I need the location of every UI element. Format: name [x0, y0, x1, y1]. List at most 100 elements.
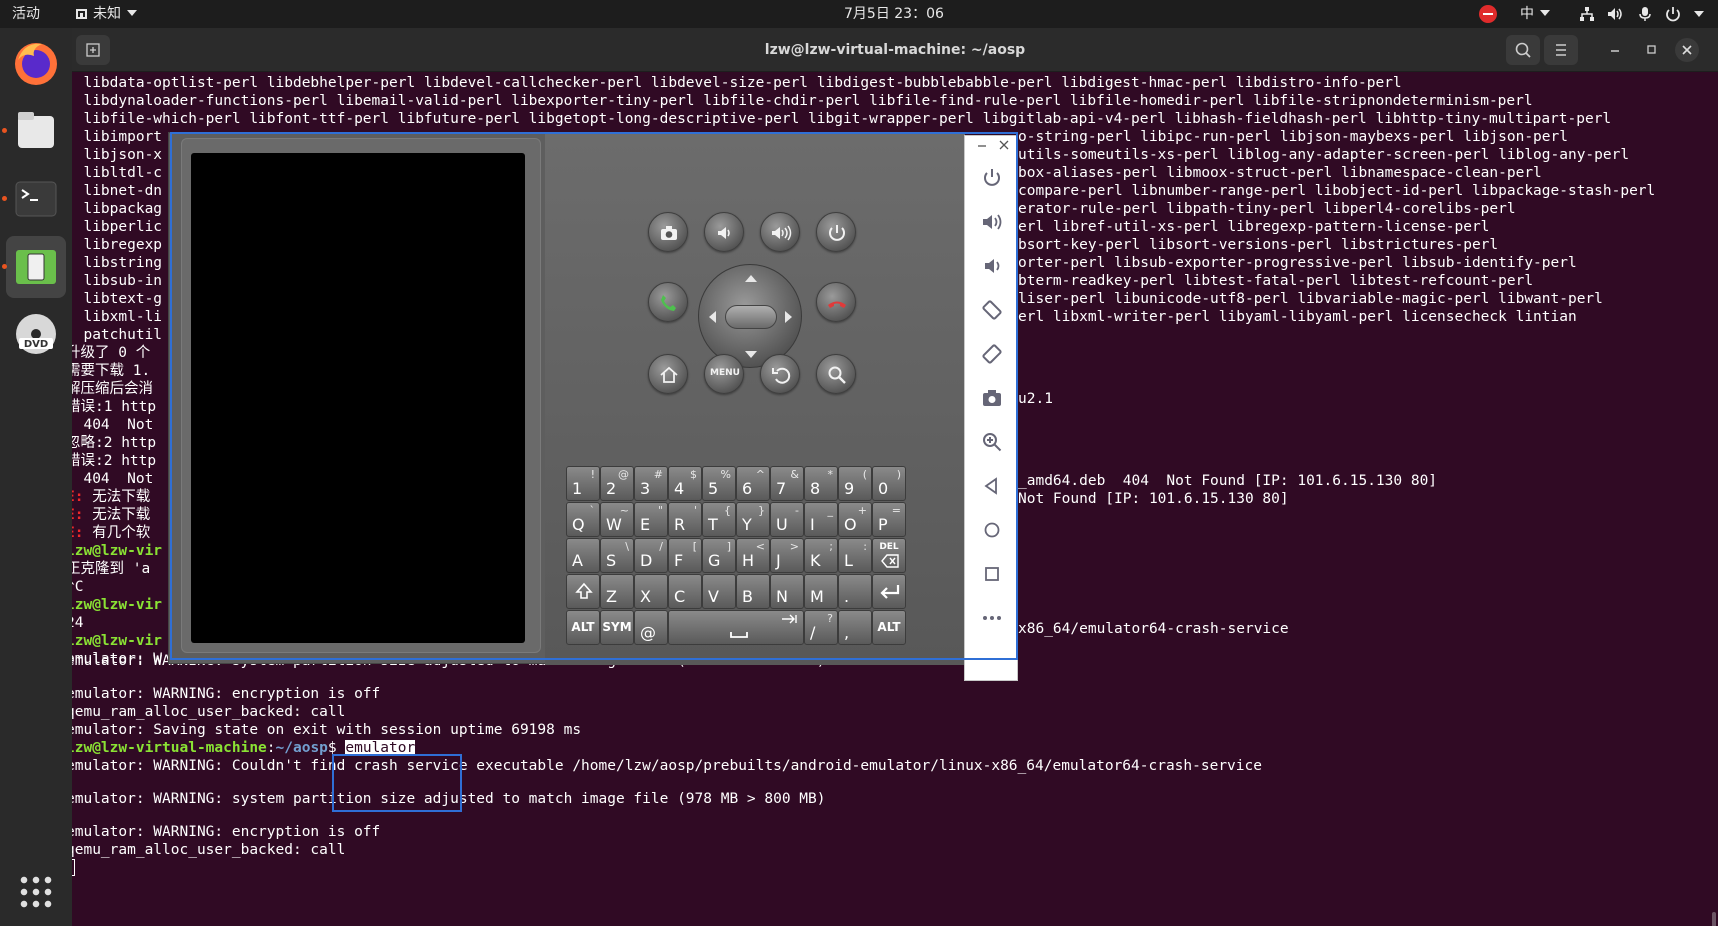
key-f[interactable]: F[ [668, 538, 702, 573]
key-y[interactable]: Y} [736, 502, 770, 537]
microphone-icon[interactable] [1636, 5, 1654, 23]
network-icon[interactable] [1578, 5, 1596, 23]
camera-button[interactable] [648, 212, 688, 252]
end-call-button[interactable] [816, 282, 856, 322]
key-k[interactable]: K; [804, 538, 838, 573]
key-n[interactable]: N [770, 574, 804, 609]
screenshot-tool[interactable] [980, 386, 1004, 410]
key-6[interactable]: 6 ^ [736, 466, 770, 501]
search-button[interactable] [1506, 35, 1540, 65]
key-z[interactable]: Z [600, 574, 634, 609]
key-a[interactable]: A [566, 538, 600, 573]
key-l[interactable]: L: [838, 538, 872, 573]
app-menu[interactable]: 未知 [76, 0, 137, 28]
key-q[interactable]: Q ` [566, 502, 600, 537]
home-tool[interactable] [980, 518, 1004, 542]
key-v[interactable]: V [702, 574, 736, 609]
dpad-down-icon[interactable] [745, 351, 757, 358]
chevron-down-icon[interactable] [1694, 11, 1704, 17]
key-9[interactable]: 9( [838, 466, 872, 501]
key-7[interactable]: 7 & [770, 466, 804, 501]
more-tool[interactable] [980, 606, 1004, 630]
rotate-right-tool[interactable] [980, 342, 1004, 366]
dpad[interactable] [698, 264, 802, 368]
key-p[interactable]: P = [872, 502, 906, 537]
key-o[interactable]: O + [838, 502, 872, 537]
key-0[interactable]: 0) [872, 466, 906, 501]
volume-up-tool[interactable] [980, 210, 1004, 234]
close-icon[interactable] [998, 140, 1010, 150]
key-b[interactable]: B [736, 574, 770, 609]
key-enter[interactable] [872, 574, 906, 609]
input-method-menu[interactable]: 中 [1520, 0, 1550, 28]
key-comma[interactable]: , [838, 610, 872, 645]
key-w[interactable]: W ~ [600, 502, 634, 537]
overview-tool[interactable] [980, 562, 1004, 586]
search-button[interactable] [816, 354, 856, 394]
back-button[interactable] [760, 354, 800, 394]
key-i[interactable]: I _ [804, 502, 838, 537]
menu-button[interactable] [1544, 35, 1578, 65]
key-4[interactable]: 4 $ [668, 466, 702, 501]
key-j[interactable]: J > [770, 538, 804, 573]
zoom-tool[interactable] [980, 430, 1004, 454]
key-alt-left[interactable]: ALT [566, 610, 600, 645]
device-screen[interactable] [191, 153, 525, 643]
key-r[interactable]: R ' [668, 502, 702, 537]
key-t[interactable]: T{ [702, 502, 736, 537]
volume-down-button[interactable] [704, 212, 744, 252]
key-m[interactable]: M [804, 574, 838, 609]
scrollbar[interactable] [1712, 912, 1716, 926]
key-2[interactable]: 2 @ [600, 466, 634, 501]
rotate-left-tool[interactable] [980, 298, 1004, 322]
key-at[interactable]: @ [634, 610, 668, 645]
key-x[interactable]: X [634, 574, 668, 609]
key-del[interactable]: DEL [872, 538, 906, 573]
close-button[interactable] [1675, 38, 1699, 62]
key-h[interactable]: H < [736, 538, 770, 573]
emulator-window[interactable]: MENU 1! 2 @ 3 # 4 $ 5% 6 ^ 7 & 8 * 9( 0) Q ` W ~… [168, 132, 965, 665]
activities-button[interactable]: 活动 [12, 0, 40, 28]
key-u[interactable]: U- [770, 502, 804, 537]
dvd-launcher[interactable]: DVD [6, 304, 66, 366]
key-shift[interactable] [566, 574, 600, 609]
power-tool[interactable] [980, 166, 1004, 190]
minimize-button[interactable] [1603, 38, 1627, 62]
maximize-button[interactable] [1639, 38, 1663, 62]
dpad-left-icon[interactable] [709, 311, 716, 323]
key-c[interactable]: C [668, 574, 702, 609]
volume-icon[interactable] [1606, 5, 1624, 23]
call-button[interactable] [648, 282, 688, 322]
home-button[interactable] [648, 354, 688, 394]
key-8[interactable]: 8 * [804, 466, 838, 501]
dpad-center-button[interactable] [725, 305, 777, 329]
volume-up-button[interactable] [760, 212, 800, 252]
dpad-right-icon[interactable] [785, 311, 792, 323]
minimize-icon[interactable] [976, 140, 988, 150]
terminal-launcher[interactable] [6, 168, 66, 230]
key-slash[interactable]: /? [804, 610, 838, 645]
back-tool[interactable] [980, 474, 1004, 498]
key-g[interactable]: G] [702, 538, 736, 573]
dpad-up-icon[interactable] [745, 275, 757, 282]
key-d[interactable]: D / [634, 538, 668, 573]
show-applications-icon[interactable] [18, 874, 54, 910]
key-space[interactable] [668, 610, 804, 645]
menu-button[interactable]: MENU [704, 354, 744, 394]
title-bar[interactable]: lzw@lzw-virtual-machine: ~/aosp [72, 28, 1718, 72]
clock[interactable]: 7月5日 23：06 [844, 0, 944, 28]
key-s[interactable]: S \ [600, 538, 634, 573]
do-not-disturb-icon[interactable] [1479, 5, 1497, 23]
key-e[interactable]: E " [634, 502, 668, 537]
key-5[interactable]: 5% [702, 466, 736, 501]
power-button[interactable] [816, 212, 856, 252]
power-icon[interactable] [1664, 5, 1682, 23]
key-1[interactable]: 1! [566, 466, 600, 501]
key-alt-right[interactable]: ALT [872, 610, 906, 645]
volume-down-tool[interactable] [980, 254, 1004, 278]
firefox-launcher[interactable] [6, 32, 66, 94]
files-launcher[interactable] [6, 100, 66, 162]
key-3[interactable]: 3 # [634, 466, 668, 501]
key-period[interactable]: . [838, 574, 872, 609]
emulator-launcher[interactable] [6, 236, 66, 298]
